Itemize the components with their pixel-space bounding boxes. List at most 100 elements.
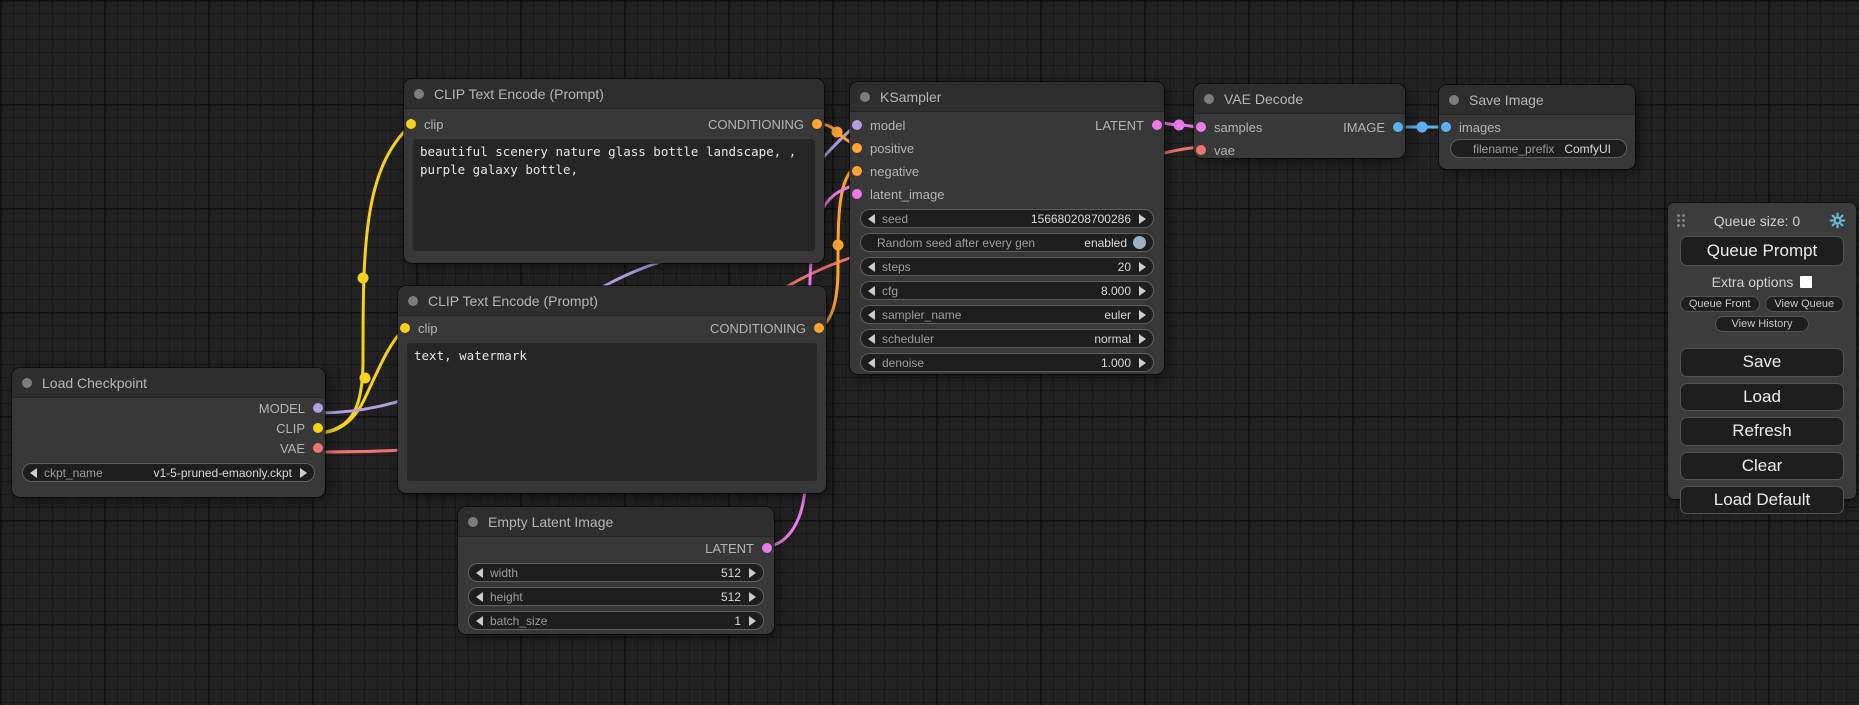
clip-port-dot[interactable] [400, 323, 410, 333]
sampler-name-widget[interactable]: sampler_name euler [860, 305, 1154, 324]
latent-output-port[interactable]: LATENT [705, 538, 774, 558]
collapse-dot[interactable] [408, 296, 418, 306]
increment-arrow-icon[interactable] [749, 592, 756, 602]
queue-panel[interactable]: Queue size: 0 Queue Prompt Extra options… [1668, 203, 1856, 499]
queue-front-button[interactable]: Queue Front [1680, 296, 1760, 312]
reroute-dot[interactable] [360, 373, 371, 384]
collapse-dot[interactable] [22, 378, 32, 388]
clip-port-dot[interactable] [406, 119, 416, 129]
save-button[interactable]: Save [1680, 348, 1844, 376]
comfyui-canvas[interactable]: { "colors": { "model": "#b19fde", "clip"… [0, 0, 1859, 705]
width-widget[interactable]: width 512 [468, 563, 764, 582]
load-button[interactable]: Load [1680, 383, 1844, 411]
conditioning-output-port[interactable]: CONDITIONING [708, 114, 824, 134]
filename-prefix-widget[interactable]: filename_prefix ComfyUI [1450, 139, 1627, 158]
increment-arrow-icon[interactable] [749, 616, 756, 626]
conditioning-port-dot[interactable] [814, 323, 824, 333]
view-queue-button[interactable]: View Queue [1765, 296, 1845, 312]
latent-port-dot[interactable] [1152, 120, 1162, 130]
decrement-arrow-icon[interactable] [30, 468, 37, 478]
refresh-button[interactable]: Refresh [1680, 417, 1844, 445]
collapse-dot[interactable] [468, 517, 478, 527]
latent-port-dot[interactable] [852, 189, 862, 199]
clear-button[interactable]: Clear [1680, 452, 1844, 480]
seed-widget[interactable]: seed 156680208700286 [860, 209, 1154, 228]
reroute-dot[interactable] [1174, 120, 1185, 131]
image-output-port[interactable]: IMAGE [1343, 117, 1405, 137]
node-header[interactable]: Load Checkpoint [12, 368, 325, 398]
cfg-widget[interactable]: cfg 8.000 [860, 281, 1154, 300]
samples-input-port[interactable]: samples [1194, 117, 1262, 137]
decrement-arrow-icon[interactable] [868, 334, 875, 344]
increment-arrow-icon[interactable] [749, 568, 756, 578]
negative-input-port[interactable]: negative [850, 161, 919, 181]
conditioning-port-dot[interactable] [852, 166, 862, 176]
node-clip-text-encode-positive[interactable]: CLIP Text Encode (Prompt) clip CONDITION… [404, 79, 824, 263]
node-ksampler[interactable]: KSampler model LATENT positive negative … [850, 82, 1164, 374]
steps-widget[interactable]: steps 20 [860, 257, 1154, 276]
conditioning-output-port[interactable]: CONDITIONING [710, 318, 826, 338]
decrement-arrow-icon[interactable] [868, 358, 875, 368]
decrement-arrow-icon[interactable] [476, 616, 483, 626]
latent-image-input-port[interactable]: latent_image [850, 184, 944, 204]
node-empty-latent-image[interactable]: Empty Latent Image LATENT width 512 heig… [458, 507, 774, 634]
prompt-textarea[interactable]: beautiful scenery nature glass bottle la… [413, 139, 815, 251]
decrement-arrow-icon[interactable] [476, 592, 483, 602]
node-header[interactable]: CLIP Text Encode (Prompt) [398, 286, 826, 316]
increment-arrow-icon[interactable] [1139, 262, 1146, 272]
increment-arrow-icon[interactable] [1139, 334, 1146, 344]
model-port-dot[interactable] [852, 120, 862, 130]
reroute-dot[interactable] [833, 240, 844, 251]
vae-output-port[interactable]: VAE [280, 438, 325, 458]
node-header[interactable]: CLIP Text Encode (Prompt) [404, 79, 824, 109]
increment-arrow-icon[interactable] [300, 468, 307, 478]
queue-prompt-button[interactable]: Queue Prompt [1680, 236, 1844, 266]
decrement-arrow-icon[interactable] [868, 214, 875, 224]
decrement-arrow-icon[interactable] [868, 286, 875, 296]
node-load-checkpoint[interactable]: Load Checkpoint MODEL CLIP VAE ckpt_name… [12, 368, 325, 497]
conditioning-port-dot[interactable] [852, 143, 862, 153]
extra-options-checkbox[interactable] [1800, 276, 1812, 288]
ckpt-name-widget[interactable]: ckpt_name v1-5-pruned-emaonly.ckpt [22, 463, 315, 482]
increment-arrow-icon[interactable] [1139, 286, 1146, 296]
image-port-dot[interactable] [1441, 122, 1451, 132]
clip-input-port[interactable]: clip [398, 318, 438, 338]
reroute-dot[interactable] [1417, 122, 1428, 133]
model-output-port[interactable]: MODEL [259, 398, 325, 418]
latent-port-dot[interactable] [1196, 122, 1206, 132]
clip-input-port[interactable]: clip [404, 114, 444, 134]
increment-arrow-icon[interactable] [1139, 358, 1146, 368]
denoise-widget[interactable]: denoise 1.000 [860, 353, 1154, 372]
node-header[interactable]: KSampler [850, 82, 1164, 112]
node-clip-text-encode-negative[interactable]: CLIP Text Encode (Prompt) clip CONDITION… [398, 286, 826, 493]
node-save-image[interactable]: Save Image images filename_prefix ComfyU… [1439, 85, 1635, 169]
increment-arrow-icon[interactable] [1139, 214, 1146, 224]
random-seed-toggle[interactable]: Random seed after every gen enabled [860, 233, 1154, 252]
images-input-port[interactable]: images [1439, 117, 1501, 137]
clip-port-dot[interactable] [313, 423, 323, 433]
collapse-dot[interactable] [1449, 95, 1459, 105]
decrement-arrow-icon[interactable] [868, 310, 875, 320]
decrement-arrow-icon[interactable] [476, 568, 483, 578]
load-default-button[interactable]: Load Default [1680, 486, 1844, 514]
toggle-dot[interactable] [1133, 236, 1146, 249]
collapse-dot[interactable] [1204, 94, 1214, 104]
drag-handle-icon[interactable] [1677, 214, 1685, 227]
vae-input-port[interactable]: vae [1194, 140, 1235, 160]
settings-gear-icon[interactable] [1829, 212, 1846, 229]
vae-port-dot[interactable] [1196, 145, 1206, 155]
image-port-dot[interactable] [1393, 122, 1403, 132]
view-history-button[interactable]: View History [1715, 316, 1810, 332]
model-input-port[interactable]: model [850, 115, 905, 135]
increment-arrow-icon[interactable] [1139, 310, 1146, 320]
conditioning-port-dot[interactable] [812, 119, 822, 129]
height-widget[interactable]: height 512 [468, 587, 764, 606]
node-header[interactable]: Empty Latent Image [458, 507, 774, 537]
model-port-dot[interactable] [313, 403, 323, 413]
node-vae-decode[interactable]: VAE Decode samples IMAGE vae [1194, 84, 1405, 158]
vae-port-dot[interactable] [313, 443, 323, 453]
decrement-arrow-icon[interactable] [868, 262, 875, 272]
clip-output-port[interactable]: CLIP [276, 418, 325, 438]
latent-port-dot[interactable] [762, 543, 772, 553]
batch-size-widget[interactable]: batch_size 1 [468, 611, 764, 630]
